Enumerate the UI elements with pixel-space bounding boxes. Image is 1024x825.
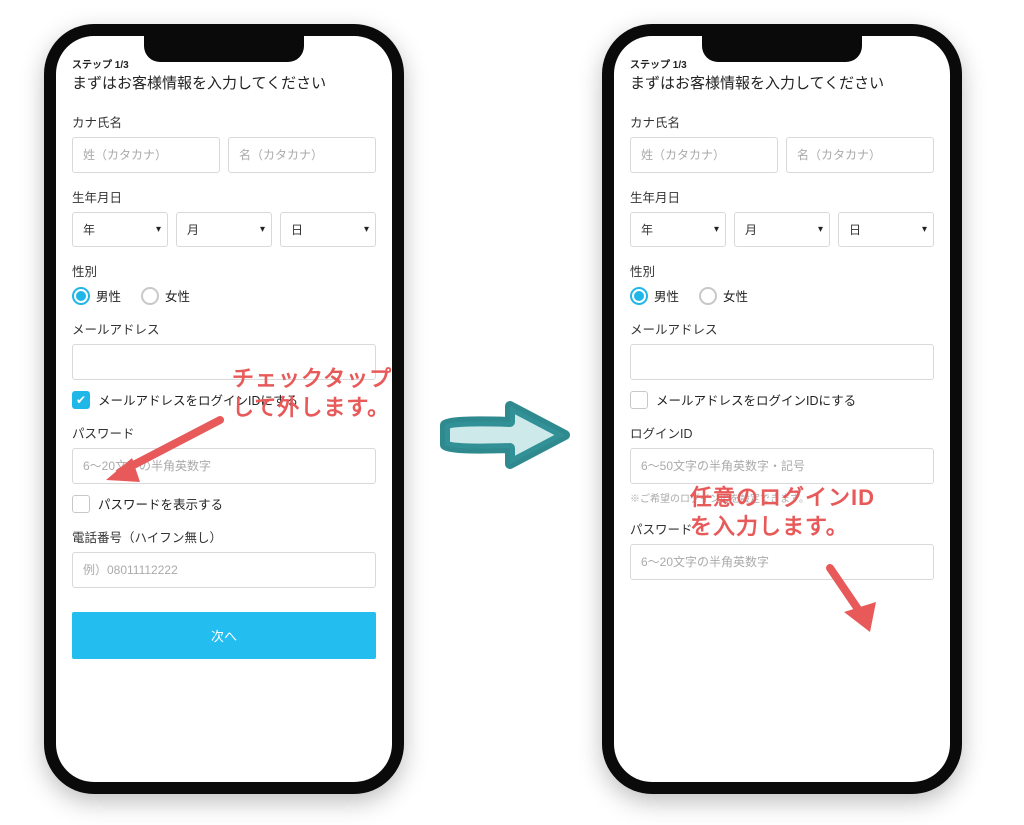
annotation-uncheck: チェックタップ して外します。 — [232, 365, 392, 422]
chevron-down-icon: ▾ — [818, 224, 823, 235]
phone-notch — [144, 36, 304, 62]
male-label: 男性 — [654, 286, 679, 305]
kana-last-input[interactable] — [630, 137, 778, 173]
day-select[interactable]: 日▾ — [280, 212, 376, 247]
chevron-down-icon: ▾ — [156, 224, 161, 235]
kana-first-input[interactable] — [786, 137, 934, 173]
chevron-down-icon: ▾ — [922, 224, 927, 235]
email-as-login-checkbox[interactable] — [630, 391, 648, 409]
login-id-input[interactable] — [630, 448, 934, 484]
kana-last-input[interactable] — [72, 137, 220, 173]
dob-label: 生年月日 — [72, 187, 376, 206]
next-button[interactable]: 次へ — [72, 612, 376, 659]
annotation-arrow-icon — [100, 410, 230, 490]
radio-dot-checked-icon — [72, 287, 90, 305]
gender-label: 性別 — [630, 261, 934, 280]
radio-female[interactable]: 女性 — [699, 286, 748, 305]
annotation-login-id: 任意のログインID を入力します。 — [690, 484, 875, 541]
chevron-down-icon: ▾ — [714, 224, 719, 235]
kana-label: カナ氏名 — [72, 112, 376, 131]
radio-dot-icon — [141, 287, 159, 305]
month-select[interactable]: 月▾ — [176, 212, 272, 247]
day-select[interactable]: 日▾ — [838, 212, 934, 247]
phone-notch — [702, 36, 862, 62]
transition-arrow-icon — [440, 400, 570, 470]
phone-label: 電話番号（ハイフン無し） — [72, 527, 376, 546]
email-as-login-label: メールアドレスをログインIDにする — [656, 390, 856, 409]
kana-label: カナ氏名 — [630, 112, 934, 131]
female-label: 女性 — [723, 286, 748, 305]
radio-dot-icon — [699, 287, 717, 305]
show-password-checkbox[interactable] — [72, 495, 90, 513]
year-select[interactable]: 年▾ — [72, 212, 168, 247]
year-select[interactable]: 年▾ — [630, 212, 726, 247]
email-as-login-checkbox[interactable] — [72, 391, 90, 409]
phone-input[interactable] — [72, 552, 376, 588]
month-select[interactable]: 月▾ — [734, 212, 830, 247]
kana-first-input[interactable] — [228, 137, 376, 173]
chevron-down-icon: ▾ — [260, 224, 265, 235]
phone-mockup-right: ステップ 1/3 まずはお客様情報を入力してください カナ氏名 生年月日 年▾ … — [602, 24, 962, 794]
dob-label: 生年月日 — [630, 187, 934, 206]
email-input[interactable] — [630, 344, 934, 380]
page-headline: まずはお客様情報を入力してください — [72, 73, 376, 94]
radio-dot-checked-icon — [630, 287, 648, 305]
login-id-label: ログインID — [630, 423, 934, 442]
screen-right: ステップ 1/3 まずはお客様情報を入力してください カナ氏名 生年月日 年▾ … — [614, 36, 950, 782]
chevron-down-icon: ▾ — [364, 224, 369, 235]
email-label: メールアドレス — [72, 319, 376, 338]
male-label: 男性 — [96, 286, 121, 305]
female-label: 女性 — [165, 286, 190, 305]
show-password-label: パスワードを表示する — [98, 494, 223, 513]
gender-label: 性別 — [72, 261, 376, 280]
radio-male[interactable]: 男性 — [630, 286, 679, 305]
page-headline: まずはお客様情報を入力してください — [630, 73, 934, 94]
email-label: メールアドレス — [630, 319, 934, 338]
radio-female[interactable]: 女性 — [141, 286, 190, 305]
radio-male[interactable]: 男性 — [72, 286, 121, 305]
annotation-arrow-icon — [800, 560, 890, 640]
